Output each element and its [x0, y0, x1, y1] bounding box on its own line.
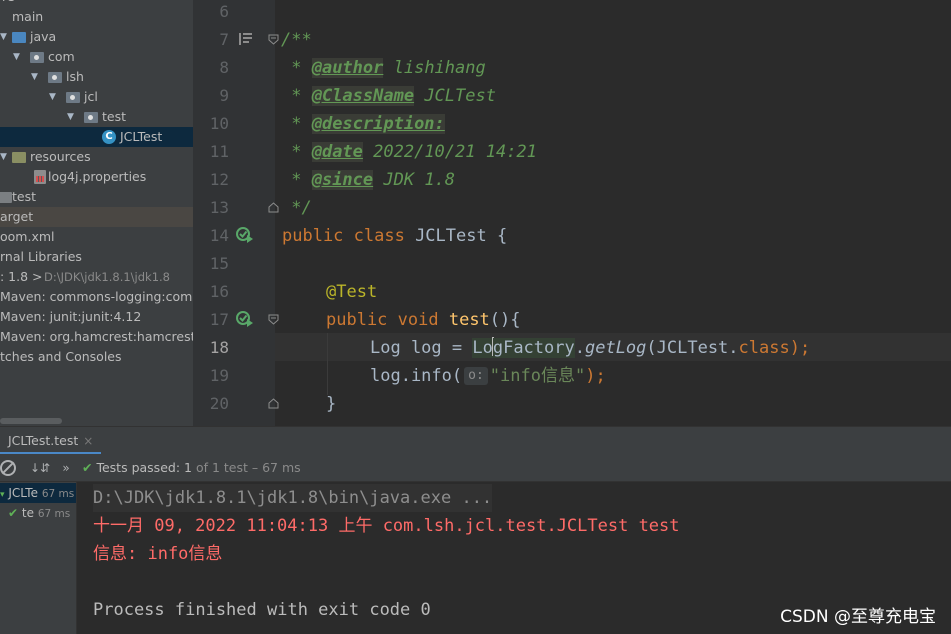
folder-icon	[0, 192, 12, 203]
run-toolbar: ↓⇵ » ✔ Tests passed: 1 of 1 test – 67 ms	[0, 454, 951, 482]
line-number[interactable]: 12	[193, 166, 229, 194]
line-number[interactable]: 19	[193, 362, 229, 390]
test-status: ✔ Tests passed: 1 of 1 test – 67 ms	[82, 460, 301, 475]
code-line-8[interactable]: * @author lishihang	[281, 54, 951, 82]
javadoc-tag: @author	[311, 58, 384, 78]
tree-item-resources[interactable]: ▼ resources	[0, 147, 193, 167]
package-icon	[66, 92, 80, 103]
tree-item-external-libraries[interactable]: rnal Libraries	[0, 247, 193, 267]
code-line-19[interactable]: log.info(o: "info信息");	[370, 362, 951, 390]
line-number[interactable]: 17	[193, 306, 229, 334]
run-test-method-icon[interactable]	[236, 311, 254, 327]
java-class-icon: C	[102, 130, 116, 144]
project-tree-panel: re main ▼ java ▼ com ▼ lsh ▼ jcl ▼ test …	[0, 0, 193, 426]
check-icon: ✔	[82, 460, 93, 475]
line-number[interactable]: 14	[193, 222, 229, 250]
javadoc-tag: @since	[311, 170, 374, 190]
package-icon	[30, 52, 44, 63]
indent-guide	[327, 333, 328, 395]
tab-run-jcltest[interactable]: JCLTest.test ×	[0, 427, 102, 455]
code-line-11[interactable]: * @date 2022/10/21 14:21	[281, 138, 951, 166]
scrollbar-thumb[interactable]	[0, 418, 62, 424]
line-number[interactable]: 11	[193, 138, 229, 166]
code-line-16[interactable]: @Test	[326, 278, 951, 306]
tree-item-commons-logging[interactable]: Maven: commons-logging:commo	[0, 287, 193, 307]
code-line-14[interactable]: public class JCLTest {	[282, 222, 951, 250]
run-test-class-icon[interactable]	[236, 227, 254, 243]
doc-comment-render-icon[interactable]	[236, 31, 254, 47]
console-line-log: 信息: info信息	[93, 544, 223, 564]
javadoc-tag: @ClassName	[311, 86, 415, 106]
line-number[interactable]: 9	[193, 82, 229, 110]
chevron-down-icon[interactable]: ▼	[67, 107, 74, 127]
line-number[interactable]: 7	[193, 26, 229, 54]
javadoc-tag: @date	[311, 142, 363, 162]
chevron-down-icon[interactable]: ▼	[13, 47, 20, 67]
code-line-9[interactable]: * @ClassName JCLTest	[281, 82, 951, 110]
tree-item-test-folder[interactable]: test	[0, 187, 193, 207]
sort-icon[interactable]: ↓⇵	[30, 460, 50, 476]
code-line-10[interactable]: * @description:	[281, 110, 951, 138]
stop-icon[interactable]	[0, 460, 16, 476]
tree-item-jcl[interactable]: ▼ jcl	[0, 87, 193, 107]
chevron-down-icon[interactable]: ▼	[0, 147, 7, 167]
code-line-18[interactable]: Log log = LogFactory.getLog(JCLTest.clas…	[370, 334, 951, 362]
test-tree-item-method[interactable]: ✔ te 67 ms	[8, 503, 70, 523]
chevron-down-icon[interactable]: ▼	[31, 67, 38, 87]
properties-file-icon	[34, 170, 46, 184]
tree-item-com[interactable]: ▼ com	[0, 47, 193, 67]
line-number[interactable]: 8	[193, 54, 229, 82]
chevron-down-icon[interactable]: ▾	[0, 490, 5, 500]
tree-item-jcltest[interactable]: C JCLTest	[0, 127, 193, 147]
tree-item-log4j-properties[interactable]: log4j.properties	[0, 167, 193, 187]
check-icon: ✔	[8, 506, 19, 520]
tree-item-main[interactable]: main	[0, 7, 193, 27]
console-line-log: 十一月 09, 2022 11:04:13 上午 com.lsh.jcl.tes…	[93, 516, 680, 536]
line-number[interactable]: 15	[193, 250, 229, 278]
fold-end-icon[interactable]	[268, 202, 279, 213]
tree-item-target[interactable]: arget	[0, 207, 193, 227]
line-number[interactable]: 13	[193, 194, 229, 222]
watermark: CSDN @至尊充电宝	[780, 607, 936, 627]
fold-end-icon[interactable]	[268, 398, 279, 409]
more-chevron-icon[interactable]: »	[58, 460, 74, 476]
tree-horizontal-scrollbar[interactable]	[0, 415, 193, 426]
close-icon[interactable]: ×	[83, 434, 93, 448]
run-tab-bar: JCLTest.test ×	[0, 426, 951, 455]
line-number[interactable]: 20	[193, 390, 229, 418]
line-number[interactable]: 6	[193, 0, 229, 26]
tree-item-jdk[interactable]: : 1.8 > D:\JDK\jdk1.8.1\jdk1.8	[0, 267, 193, 287]
javadoc-tag: @description:	[311, 114, 445, 134]
code-line-12[interactable]: * @since JDK 1.8	[281, 166, 951, 194]
code-line-20[interactable]: }	[326, 390, 951, 418]
tree-item-lsh[interactable]: ▼ lsh	[0, 67, 193, 87]
tree-item-hamcrest[interactable]: Maven: org.hamcrest:hamcrest-co	[0, 327, 193, 347]
test-results-tree: ▾ JCLTe 67 ms ✔ te 67 ms	[0, 482, 77, 634]
tree-item-junit[interactable]: Maven: junit:junit:4.12	[0, 307, 193, 327]
line-number[interactable]: 16	[193, 278, 229, 306]
tree-item-java[interactable]: ▼ java	[0, 27, 193, 47]
tree-item-re[interactable]: re	[0, 0, 193, 7]
code-line-17[interactable]: public void test(){	[326, 306, 951, 334]
package-icon	[48, 72, 62, 83]
tree-item-scratches[interactable]: tches and Consoles	[0, 347, 193, 367]
parameter-hint: o:	[464, 367, 488, 385]
test-tree-item-class[interactable]: ▾ JCLTe 67 ms	[0, 483, 76, 503]
tree-item-pom-xml[interactable]: oom.xml	[0, 227, 193, 247]
tree-item-test-package[interactable]: ▼ test	[0, 107, 193, 127]
fold-collapse-icon[interactable]	[268, 314, 279, 325]
code-line-13[interactable]: */	[281, 194, 951, 222]
chevron-down-icon[interactable]: ▼	[49, 87, 56, 107]
console-line-exit: Process finished with exit code 0	[93, 600, 431, 620]
source-folder-icon	[12, 32, 26, 43]
console-line-command[interactable]: D:\JDK\jdk1.8.1\jdk1.8\bin\java.exe ...	[93, 484, 493, 512]
line-number[interactable]: 10	[193, 110, 229, 138]
chevron-down-icon[interactable]: ▼	[0, 27, 7, 47]
package-icon	[84, 112, 98, 123]
resources-folder-icon	[12, 152, 26, 163]
code-line-7[interactable]: /**	[281, 26, 951, 54]
fold-collapse-icon[interactable]	[268, 34, 279, 45]
line-number-current[interactable]: 18	[193, 334, 229, 362]
